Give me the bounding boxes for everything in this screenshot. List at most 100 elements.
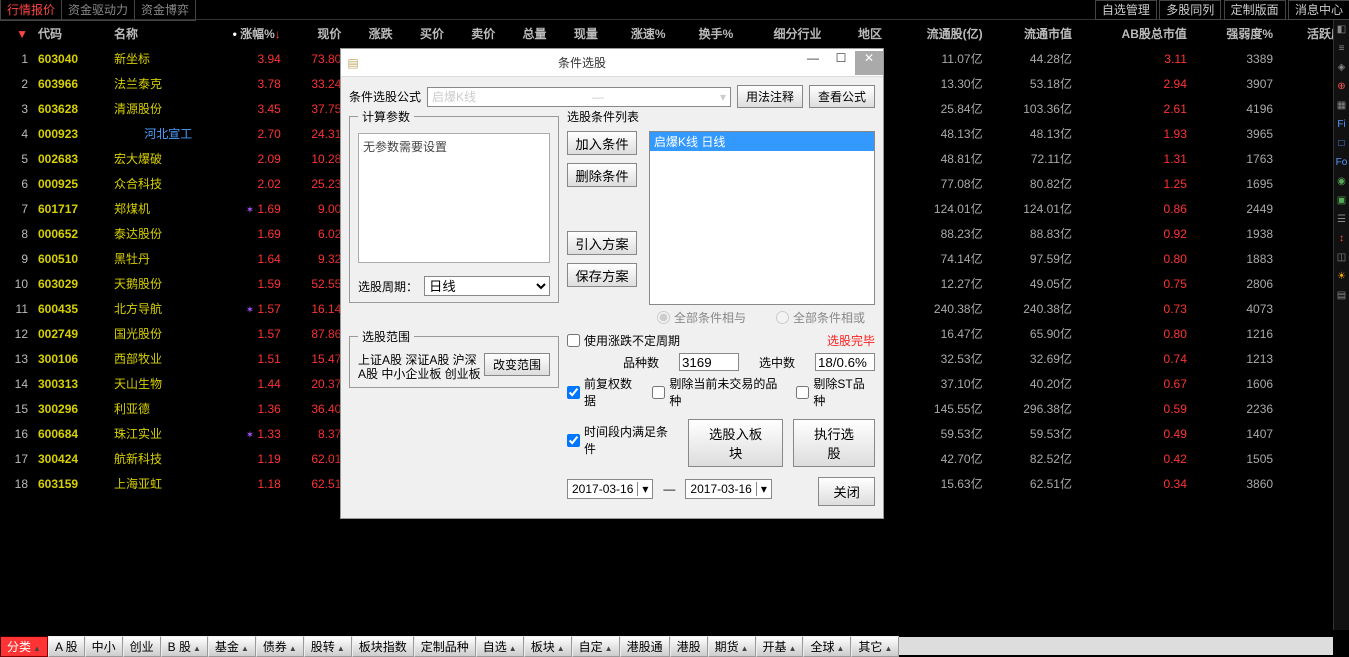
- no-period-checkbox[interactable]: 使用涨跌不定周期: [567, 332, 680, 349]
- sort-arrow-icon[interactable]: ▼: [16, 27, 28, 41]
- stock-code[interactable]: 300296: [34, 397, 108, 420]
- fq-checkbox[interactable]: 前复权数据: [567, 375, 642, 409]
- usage-button[interactable]: 用法注释: [737, 85, 803, 108]
- bottom-tab[interactable]: 分类▲: [0, 636, 48, 657]
- tool-icon[interactable]: ▣: [1336, 195, 1348, 207]
- stock-code[interactable]: 002683: [34, 147, 108, 170]
- stock-code[interactable]: 603040: [34, 47, 108, 70]
- col-mv2[interactable]: AB股总市值: [1078, 22, 1191, 45]
- stock-code[interactable]: 600684: [34, 422, 108, 445]
- tool-icon[interactable]: ▤: [1336, 290, 1348, 302]
- stock-name[interactable]: 北方导航: [110, 297, 196, 320]
- to-block-button[interactable]: 选股入板块: [688, 419, 783, 467]
- stock-name[interactable]: 航新科技: [110, 447, 196, 470]
- bottom-tab[interactable]: 自选▲: [476, 636, 524, 657]
- stock-code[interactable]: 300424: [34, 447, 108, 470]
- tool-icon[interactable]: ≡: [1336, 43, 1348, 55]
- tool-icon[interactable]: ◫: [1336, 252, 1348, 264]
- stock-name[interactable]: 法兰泰克: [110, 72, 196, 95]
- stock-code[interactable]: 603628: [34, 97, 108, 120]
- period-select[interactable]: 日线: [424, 276, 550, 296]
- col-cur[interactable]: 现量: [553, 22, 602, 45]
- cond-list-item[interactable]: 启爆K线 日线: [650, 132, 874, 151]
- stock-name[interactable]: 郑煤机: [110, 197, 196, 220]
- col-diff[interactable]: 涨跌: [347, 22, 396, 45]
- stock-name[interactable]: 宏大爆破: [110, 147, 196, 170]
- tool-icon[interactable]: ⊕: [1336, 81, 1348, 93]
- tool-icon[interactable]: ◈: [1336, 62, 1348, 74]
- stock-code[interactable]: 000652: [34, 222, 108, 245]
- stock-name[interactable]: 利亚德: [110, 397, 196, 420]
- bottom-tab[interactable]: 定制品种: [414, 636, 476, 657]
- stock-code[interactable]: 000925: [34, 172, 108, 195]
- stock-code[interactable]: 603159: [34, 472, 108, 495]
- col-strength[interactable]: 强弱度%: [1193, 22, 1277, 45]
- radio-and[interactable]: 全部条件相与: [657, 309, 746, 326]
- bottom-tab[interactable]: 创业: [123, 636, 161, 657]
- formula-combo[interactable]: 启爆K线 — ▾: [427, 87, 731, 107]
- col-speed[interactable]: 涨速%: [604, 22, 670, 45]
- stock-name[interactable]: 河北宣工: [110, 122, 196, 145]
- col-mv1[interactable]: 流通市值: [989, 22, 1076, 45]
- exec-button[interactable]: 执行选股: [793, 419, 875, 467]
- col-sell[interactable]: 卖价: [450, 22, 499, 45]
- bottom-tab[interactable]: 基金▲: [208, 636, 256, 657]
- stock-name[interactable]: 天鹅股份: [110, 272, 196, 295]
- col-price[interactable]: 现价: [287, 22, 346, 45]
- bottom-tab[interactable]: 板块▲: [524, 636, 572, 657]
- add-cond-button[interactable]: 加入条件: [567, 131, 637, 155]
- col-turn[interactable]: 换手%: [672, 22, 738, 45]
- stock-name[interactable]: 新坐标: [110, 47, 196, 70]
- stock-name[interactable]: 国光股份: [110, 322, 196, 345]
- bottom-tab[interactable]: 其它▲: [851, 636, 899, 657]
- tool-icon[interactable]: ↕: [1336, 233, 1348, 245]
- close-dialog-button[interactable]: 关闭: [818, 477, 875, 506]
- top-tab[interactable]: 定制版面: [1224, 0, 1286, 20]
- bottom-tab[interactable]: 中小: [85, 636, 123, 657]
- tool-icon[interactable]: ◉: [1336, 176, 1348, 188]
- bottom-tab[interactable]: 开基▲: [756, 636, 804, 657]
- del-cond-button[interactable]: 删除条件: [567, 163, 637, 187]
- rm2-checkbox[interactable]: 剔除ST品种: [796, 375, 875, 409]
- bottom-tab[interactable]: 债券▲: [256, 636, 304, 657]
- time-checkbox[interactable]: 时间段内满足条件: [567, 423, 678, 457]
- col-chg[interactable]: • 涨幅%↓: [198, 22, 285, 45]
- tool-icon[interactable]: ☰: [1336, 214, 1348, 226]
- bottom-tab[interactable]: 期货▲: [708, 636, 756, 657]
- stock-code[interactable]: 600435: [34, 297, 108, 320]
- stock-code[interactable]: 600510: [34, 247, 108, 270]
- bottom-tab[interactable]: 股转▲: [304, 636, 352, 657]
- stock-name[interactable]: 泰达股份: [110, 222, 196, 245]
- tool-icon[interactable]: Fo: [1336, 157, 1348, 169]
- stock-code[interactable]: 300313: [34, 372, 108, 395]
- change-range-button[interactable]: 改变范围: [484, 353, 550, 376]
- import-plan-button[interactable]: 引入方案: [567, 231, 637, 255]
- rm1-checkbox[interactable]: 剔除当前未交易的品种: [652, 375, 786, 409]
- stock-code[interactable]: 000923: [34, 122, 108, 145]
- col-vol[interactable]: 总量: [501, 22, 550, 45]
- bottom-tab[interactable]: 全球▲: [803, 636, 851, 657]
- col-name[interactable]: 名称: [110, 22, 196, 45]
- col-region[interactable]: 地区: [828, 22, 887, 45]
- bottom-tab[interactable]: 港股通: [620, 636, 670, 657]
- bottom-tab[interactable]: 港股: [670, 636, 708, 657]
- date2-select[interactable]: 2017-03-16▾: [685, 479, 771, 499]
- close-button[interactable]: ✕: [855, 51, 883, 75]
- col-industry[interactable]: 细分行业: [739, 22, 825, 45]
- stock-name[interactable]: 珠江实业: [110, 422, 196, 445]
- tool-icon[interactable]: ☀: [1336, 271, 1348, 283]
- stock-name[interactable]: 上海亚虹: [110, 472, 196, 495]
- stock-name[interactable]: 清源股份: [110, 97, 196, 120]
- bottom-tab[interactable]: A 股: [48, 636, 85, 657]
- maximize-button[interactable]: ☐: [827, 51, 855, 75]
- view-formula-button[interactable]: 查看公式: [809, 85, 875, 108]
- stock-code[interactable]: 300106: [34, 347, 108, 370]
- date1-select[interactable]: 2017-03-16▾: [567, 479, 653, 499]
- stock-code[interactable]: 603966: [34, 72, 108, 95]
- stock-code[interactable]: 601717: [34, 197, 108, 220]
- stock-name[interactable]: 众合科技: [110, 172, 196, 195]
- stock-name[interactable]: 西部牧业: [110, 347, 196, 370]
- col-float[interactable]: 流通股(亿): [888, 22, 987, 45]
- top-tab[interactable]: 自选管理: [1095, 0, 1157, 20]
- tool-icon[interactable]: ▦: [1336, 100, 1348, 112]
